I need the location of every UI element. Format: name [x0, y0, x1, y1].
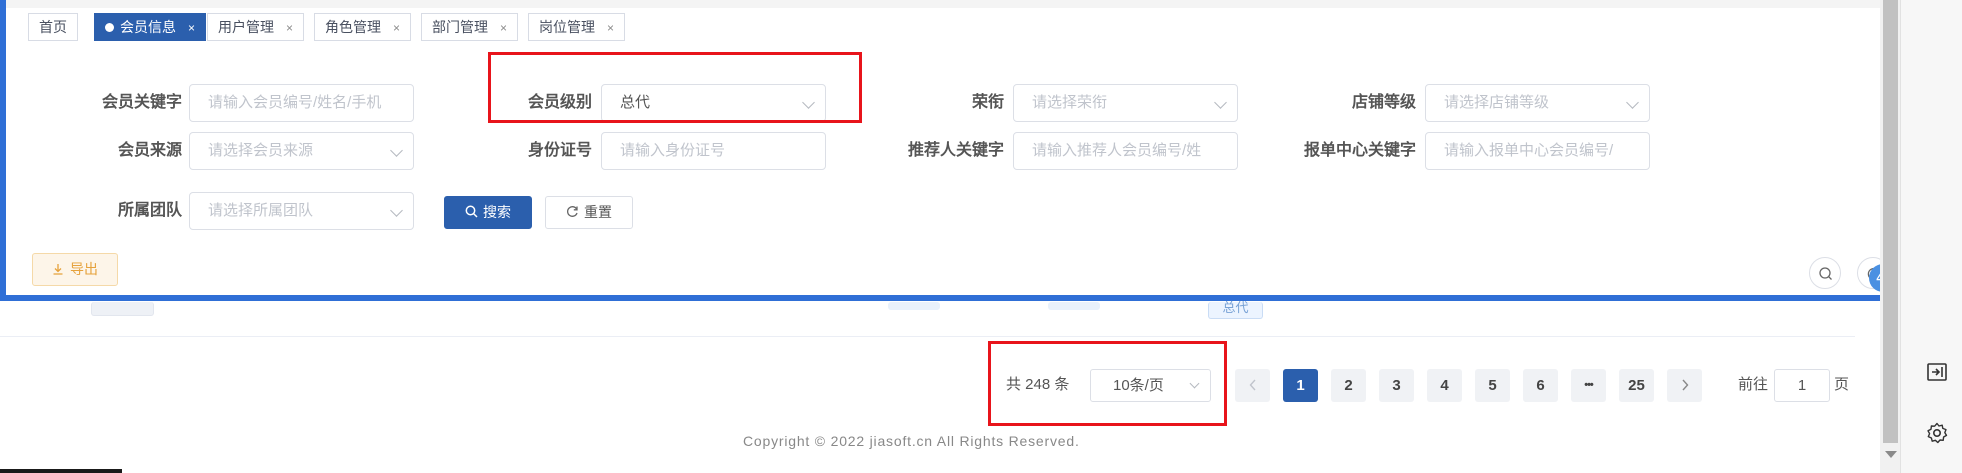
search-icon — [465, 205, 478, 218]
member-source-select[interactable]: 请选择会员来源 — [189, 132, 414, 170]
member-level-tag: 总代 — [1208, 301, 1263, 319]
search-button[interactable]: 搜索 — [444, 196, 532, 229]
scroll-down-arrow-icon[interactable] — [1885, 451, 1897, 458]
search-button-label: 搜索 — [483, 204, 511, 220]
store-level-label: 店铺等级 — [1351, 94, 1416, 111]
collapse-panel-icon[interactable] — [1925, 360, 1949, 384]
page-button[interactable]: 5 — [1475, 369, 1510, 402]
right-side-rail — [1900, 0, 1962, 473]
honor-placeholder: 请选择荣衔 — [1032, 94, 1108, 111]
reset-button-label: 重置 — [584, 204, 612, 220]
tab-home[interactable]: 首页 — [28, 13, 78, 41]
id-number-input[interactable]: 请输入身份证号 — [601, 132, 826, 170]
page-button[interactable]: 1 — [1283, 369, 1318, 402]
highlight-box-pagination — [988, 341, 1227, 426]
gear-icon[interactable] — [1925, 421, 1949, 445]
member-source-label: 会员来源 — [117, 142, 182, 159]
tab-label: 用户管理 — [218, 19, 274, 35]
tab-user-management[interactable]: 用户管理 × — [207, 13, 305, 41]
member-keyword-label: 会员关键字 — [101, 94, 182, 111]
chevron-down-icon — [379, 133, 413, 169]
next-page-button[interactable] — [1667, 369, 1702, 402]
more-pages-button[interactable]: ••• — [1571, 369, 1606, 402]
chevron-right-icon — [1681, 379, 1688, 391]
tab-label: 角色管理 — [325, 19, 381, 35]
team-label: 所属团队 — [117, 202, 182, 219]
refresh-icon — [567, 206, 578, 217]
member-source-placeholder: 请选择会员来源 — [208, 142, 314, 159]
tab-role-management[interactable]: 角色管理 × — [314, 13, 412, 41]
prev-page-button[interactable] — [1235, 369, 1270, 402]
table-row-fragment — [91, 302, 154, 316]
tags-view-bar: 首页 会员信息 × 用户管理 × 角色管理 × 部门管理 × 岗位管理 × — [0, 0, 1895, 48]
active-dot-icon — [105, 23, 114, 32]
referrer-keyword-input[interactable]: 请输入推荐人会员编号/姓 — [1013, 132, 1238, 170]
tab-close-icon[interactable]: × — [500, 21, 507, 35]
chevron-down-icon — [379, 193, 413, 229]
tab-close-icon[interactable]: × — [286, 21, 293, 35]
store-level-placeholder: 请选择店铺等级 — [1444, 94, 1550, 111]
report-center-keyword-input[interactable]: 请输入报单中心会员编号/ — [1425, 132, 1650, 170]
toggle-search-button[interactable] — [1809, 257, 1841, 289]
search-panel: 会员关键字 请输入会员编号/姓名/手机 会员级别 总代 荣衔 请选择荣衔 店铺等… — [0, 47, 1897, 301]
tab-label: 岗位管理 — [539, 19, 595, 35]
team-select[interactable]: 请选择所属团队 — [189, 192, 414, 230]
table-row-fragment — [1048, 302, 1100, 310]
table-divider — [0, 336, 1855, 337]
chevron-left-icon — [1249, 379, 1256, 391]
tab-close-icon[interactable]: × — [393, 21, 400, 35]
tab-member-info[interactable]: 会员信息 × — [94, 13, 207, 41]
taskbar-fragment — [0, 469, 122, 473]
chevron-down-icon — [1203, 85, 1237, 121]
goto-page-input[interactable]: 1 — [1774, 369, 1830, 402]
search-icon — [1819, 267, 1832, 280]
page-button[interactable]: 25 — [1619, 369, 1654, 402]
id-number-label: 身份证号 — [527, 142, 592, 159]
tab-label: 会员信息 — [120, 19, 176, 35]
download-icon — [53, 264, 63, 275]
tab-dept-management[interactable]: 部门管理 × — [421, 13, 519, 41]
honor-select[interactable]: 请选择荣衔 — [1013, 84, 1238, 122]
scrollbar-thumb[interactable] — [1883, 0, 1898, 443]
tab-post-management[interactable]: 岗位管理 × — [528, 13, 626, 41]
goto-suffix: 页 — [1834, 376, 1850, 393]
goto-label: 前往 — [1738, 376, 1769, 393]
copyright-text: Copyright © 2022 jiasoft.cn All Rights R… — [743, 433, 1080, 449]
team-placeholder: 请选择所属团队 — [208, 202, 314, 219]
referrer-keyword-label: 推荐人关键字 — [907, 142, 1004, 159]
page-button[interactable]: 3 — [1379, 369, 1414, 402]
export-button[interactable]: 导出 — [32, 253, 118, 286]
chevron-down-icon — [1615, 85, 1649, 121]
table-row-fragment — [888, 302, 940, 310]
tab-close-icon[interactable]: × — [607, 21, 614, 35]
page-button[interactable]: 6 — [1523, 369, 1558, 402]
export-button-label: 导出 — [70, 261, 98, 277]
tab-close-icon[interactable]: × — [188, 21, 195, 35]
page-button[interactable]: 4 — [1427, 369, 1462, 402]
tab-label: 首页 — [39, 19, 67, 35]
tab-label: 部门管理 — [432, 19, 488, 35]
page-button[interactable]: 2 — [1331, 369, 1366, 402]
report-center-keyword-label: 报单中心关键字 — [1303, 142, 1416, 159]
highlight-box-member-level — [488, 52, 862, 123]
store-level-select[interactable]: 请选择店铺等级 — [1425, 84, 1650, 122]
reset-button[interactable]: 重置 — [545, 196, 633, 229]
member-keyword-input[interactable]: 请输入会员编号/姓名/手机 — [189, 84, 414, 122]
